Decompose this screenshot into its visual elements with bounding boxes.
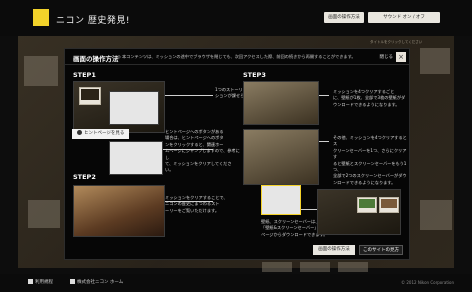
modal-help-button[interactable]: 画面の操作方法 [313, 245, 355, 255]
background-photo [420, 48, 450, 74]
step3-screenshot-b [243, 129, 319, 185]
step3-text-a: ミッションを4つクリアするごと に、壁紙が1枚、全部で3枚の壁紙がダ ウンロード… [333, 89, 406, 107]
terms-link[interactable]: 利用規程 [28, 279, 53, 285]
terms-link-label: 利用規程 [35, 280, 53, 285]
connector-line [319, 95, 329, 96]
background-photo [420, 200, 452, 230]
connector-line [165, 95, 213, 96]
sound-toggle-button[interactable]: サウンド オン / オフ [368, 12, 440, 23]
hint-page-button-label: ヒントページを見る [84, 131, 125, 136]
modal-about-button[interactable]: このサイトの見方 [359, 245, 403, 255]
background-photo [24, 56, 58, 86]
hint-page-button[interactable]: ヒントページを見る [72, 129, 130, 139]
help-button[interactable]: 画面の操作方法 [324, 12, 364, 23]
arrow-icon [70, 279, 75, 284]
step2-screenshot [73, 185, 165, 237]
nikon-home-link[interactable]: 株式会社ニコン ホーム [70, 279, 123, 285]
step3-text-b: その他、ミッションを4つクリアするとス クリーンセーバーを1つ、さらにクリアす … [333, 135, 407, 185]
hint-screenshot [109, 141, 163, 175]
background-photo [300, 262, 330, 272]
connector-line [319, 141, 329, 142]
help-modal: 画面の操作方法 ◎ 本コンテンツは、ミッションの途中でブラウザを閉じても、次回ア… [64, 48, 410, 260]
background-photo [28, 200, 60, 228]
step1-photo [79, 87, 101, 105]
wallpaper-thumb [357, 197, 377, 213]
hint-text: ヒントページへのボタンがある 場合は、ヒントページへのボタ ンをクリックすると、… [165, 129, 240, 173]
close-label[interactable]: 閉じる [380, 54, 394, 60]
background-note: タイトルをクリックしてください [370, 40, 423, 44]
site-title: ニコン 歴史発見! [56, 16, 130, 26]
step1-label: STEP1 [73, 71, 96, 79]
connector-line [301, 209, 317, 210]
close-icon[interactable]: × [396, 52, 406, 62]
step3-label: STEP3 [243, 71, 266, 79]
step2-text: ミッションをクリアすることで、 ニコンの歴史にまつわるスト ーリーをご覧いただけ… [165, 195, 228, 213]
modal-description: ◎ 本コンテンツは、ミッションの途中でブラウザを閉じても、次回アクセスした際、前… [117, 54, 356, 59]
wallpaper-thumb [379, 197, 399, 213]
background-photo [262, 262, 292, 272]
nikon-home-link-label: 株式会社ニコン ホーム [77, 280, 124, 285]
step2-label: STEP2 [73, 173, 96, 181]
arrow-circle-icon [77, 130, 82, 135]
modal-title: 画面の操作方法 [73, 55, 119, 63]
nikon-logo[interactable] [33, 9, 49, 26]
background-photo [338, 262, 368, 272]
step1-popup [109, 91, 159, 125]
step3-screenshot-a [243, 81, 319, 125]
download-highlight [261, 185, 301, 215]
arrow-icon [28, 279, 33, 284]
copyright: © 2012 Nikon Corporation [401, 280, 454, 285]
